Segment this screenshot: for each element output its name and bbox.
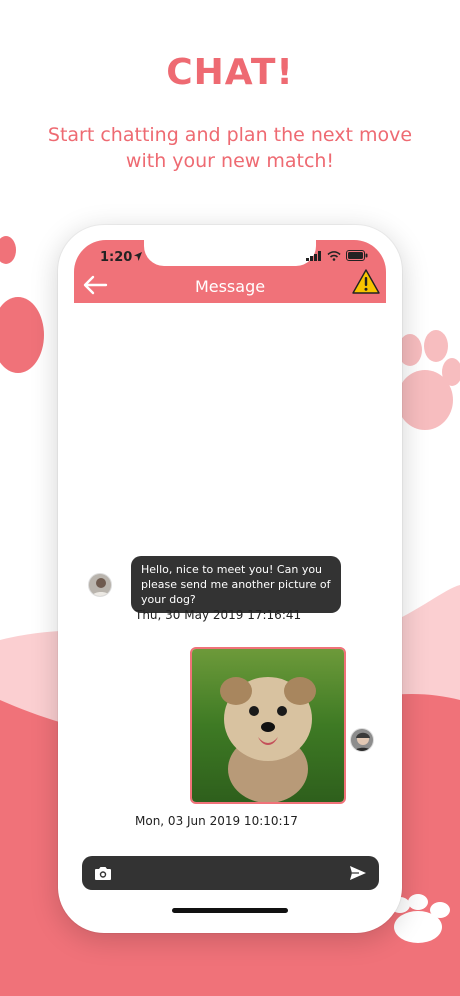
location-arrow-icon xyxy=(134,252,142,261)
message-timestamp: Mon, 03 Jun 2019 10:10:17 xyxy=(135,814,298,828)
incoming-message-bubble: Hello, nice to meet you! Can you please … xyxy=(131,556,341,613)
chat-header: 1:20 Message xyxy=(74,240,386,303)
chat-screen: 1:20 Message Hello, nice to meet you! Ca… xyxy=(74,240,386,920)
sender-avatar[interactable] xyxy=(88,573,112,597)
sent-dog-photo[interactable] xyxy=(190,647,346,804)
status-icons xyxy=(306,250,368,261)
phone-frame: 1:20 Message Hello, nice to meet you! Ca… xyxy=(58,225,402,933)
send-icon[interactable] xyxy=(349,865,367,881)
header-title: Message xyxy=(194,277,266,296)
warning-icon[interactable] xyxy=(352,269,380,295)
battery-icon xyxy=(346,250,368,261)
promo-subtitle: Start chatting and plan the next move wi… xyxy=(47,124,413,172)
message-composer[interactable] xyxy=(82,856,379,890)
signal-icon xyxy=(306,250,321,261)
wifi-icon xyxy=(327,250,341,261)
my-avatar[interactable] xyxy=(350,728,374,752)
phone-notch xyxy=(144,240,316,266)
promo-headline: CHAT! xyxy=(166,52,294,93)
message-timestamp: Thu, 30 May 2019 17:16:41 xyxy=(135,608,302,622)
home-indicator[interactable] xyxy=(172,908,288,913)
camera-icon[interactable] xyxy=(94,865,112,881)
arrow-left-icon[interactable] xyxy=(82,274,108,296)
status-time: 1:20 xyxy=(100,250,133,265)
